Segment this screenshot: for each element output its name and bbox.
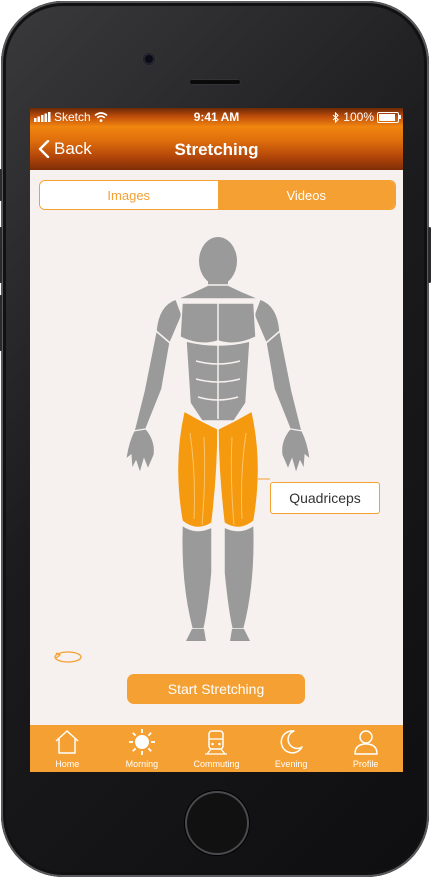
start-stretching-button[interactable]: Start Stretching (127, 674, 305, 704)
right-arm (265, 329, 304, 432)
home-icon (55, 730, 79, 754)
battery-icon (377, 111, 401, 123)
right-foot (230, 629, 250, 641)
header-banner: Sketch 9:41 AM 100% Back Stretching (30, 108, 403, 170)
tab-home-label: Home (55, 759, 80, 769)
mute-switch (0, 169, 2, 201)
rotate-icon[interactable] (52, 646, 84, 666)
right-quadriceps-muscle (217, 409, 260, 529)
earpiece-speaker (189, 79, 241, 85)
tab-videos[interactable]: Videos (217, 181, 395, 209)
left-arm (132, 329, 171, 432)
volume-up-button (0, 227, 2, 283)
left-quadriceps-muscle (176, 409, 219, 529)
train-icon (205, 730, 228, 755)
media-segmented-control: Images Videos (39, 180, 396, 210)
status-bar: Sketch 9:41 AM 100% (30, 110, 403, 126)
tab-profile-label: Profile (352, 759, 379, 769)
volume-down-button (0, 295, 2, 351)
app-screen: Sketch 9:41 AM 100% Back Stretching Imag… (30, 108, 403, 772)
left-foot (186, 629, 206, 641)
tab-home[interactable]: Home (30, 725, 105, 772)
tab-commuting-label: Commuting (193, 759, 240, 769)
bluetooth-icon (332, 111, 340, 123)
page-title: Stretching (174, 140, 259, 159)
tab-morning-label: Morning (125, 759, 159, 769)
battery-percent: 100% (343, 110, 374, 124)
tab-morning[interactable]: Morning (105, 725, 180, 772)
tab-evening-label: Evening (274, 759, 308, 769)
tab-evening[interactable]: Evening (254, 725, 329, 772)
user-icon (353, 730, 378, 755)
moon-icon (280, 730, 303, 754)
nav-bar: Back Stretching (30, 136, 403, 166)
left-lower-leg (180, 523, 213, 630)
tab-bar: Home Morning Commuting Evening Profile (30, 725, 403, 772)
left-hand (125, 428, 155, 475)
right-lower-leg (223, 523, 256, 630)
body-muscle-map (125, 237, 311, 641)
muscle-callout: Quadriceps (270, 482, 380, 514)
tab-profile[interactable]: Profile (328, 725, 403, 772)
tab-commuting[interactable]: Commuting (179, 725, 254, 772)
right-hand (281, 428, 311, 475)
sun-icon (128, 729, 155, 755)
trapezius-muscle (175, 284, 261, 300)
tab-images[interactable]: Images (40, 181, 218, 209)
home-button[interactable] (185, 791, 249, 855)
head (199, 237, 237, 291)
power-button (428, 227, 431, 283)
front-camera (143, 53, 155, 65)
